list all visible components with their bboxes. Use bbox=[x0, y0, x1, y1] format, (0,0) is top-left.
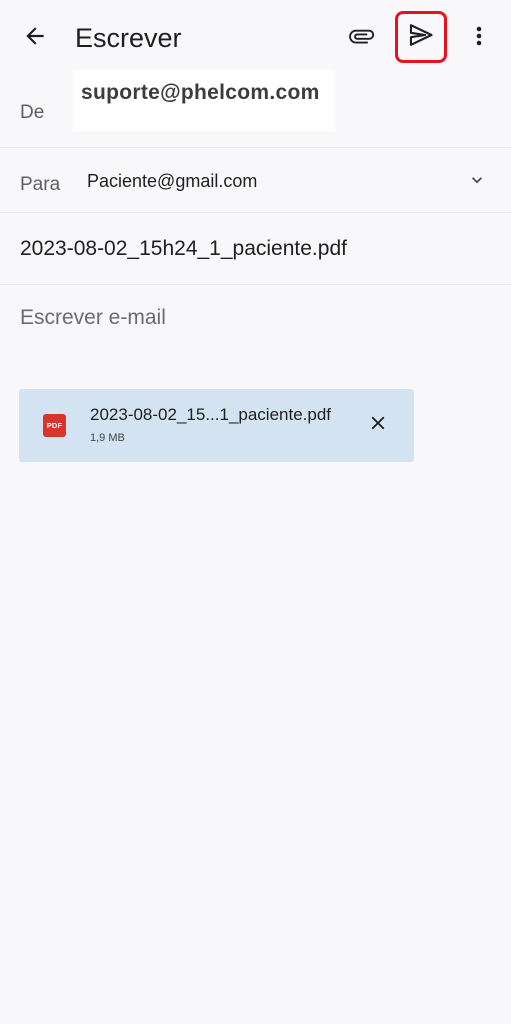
to-label: Para bbox=[20, 174, 61, 195]
more-options-button[interactable] bbox=[466, 20, 492, 56]
paperclip-icon bbox=[346, 21, 376, 56]
attach-button[interactable] bbox=[343, 20, 379, 56]
from-label: De bbox=[20, 102, 45, 123]
close-icon bbox=[367, 412, 389, 439]
subject-field[interactable]: 2023-08-02_15h24_1_paciente.pdf bbox=[20, 237, 347, 261]
pdf-file-icon: PDF bbox=[43, 414, 66, 437]
send-button[interactable] bbox=[395, 11, 447, 63]
back-button[interactable] bbox=[17, 20, 53, 56]
body-field[interactable]: Escrever e-mail bbox=[20, 306, 490, 338]
attachment-chip[interactable]: PDF 2023-08-02_15...1_paciente.pdf 1,9 M… bbox=[19, 389, 414, 462]
send-icon bbox=[407, 21, 435, 54]
to-field[interactable]: Paciente@gmail.com bbox=[87, 171, 257, 192]
page-title: Escrever bbox=[75, 23, 182, 53]
remove-attachment-button[interactable] bbox=[362, 409, 394, 441]
to-row: Para Paciente@gmail.com bbox=[0, 148, 511, 213]
expand-recipients-button[interactable] bbox=[461, 168, 493, 196]
compose-screen: Escrever De suporte@phelcom.com Para Pac… bbox=[0, 0, 511, 1024]
attachment-size: 1,9 MB bbox=[90, 432, 125, 444]
arrow-back-icon bbox=[22, 23, 48, 54]
subject-row: 2023-08-02_15h24_1_paciente.pdf bbox=[0, 213, 511, 285]
from-row: De suporte@phelcom.com bbox=[0, 70, 511, 148]
more-vert-icon bbox=[475, 24, 483, 53]
chevron-down-icon bbox=[467, 170, 487, 195]
attachment-name: 2023-08-02_15...1_paciente.pdf bbox=[90, 405, 332, 424]
from-field[interactable]: suporte@phelcom.com bbox=[73, 70, 335, 131]
app-bar: Escrever bbox=[0, 0, 511, 76]
